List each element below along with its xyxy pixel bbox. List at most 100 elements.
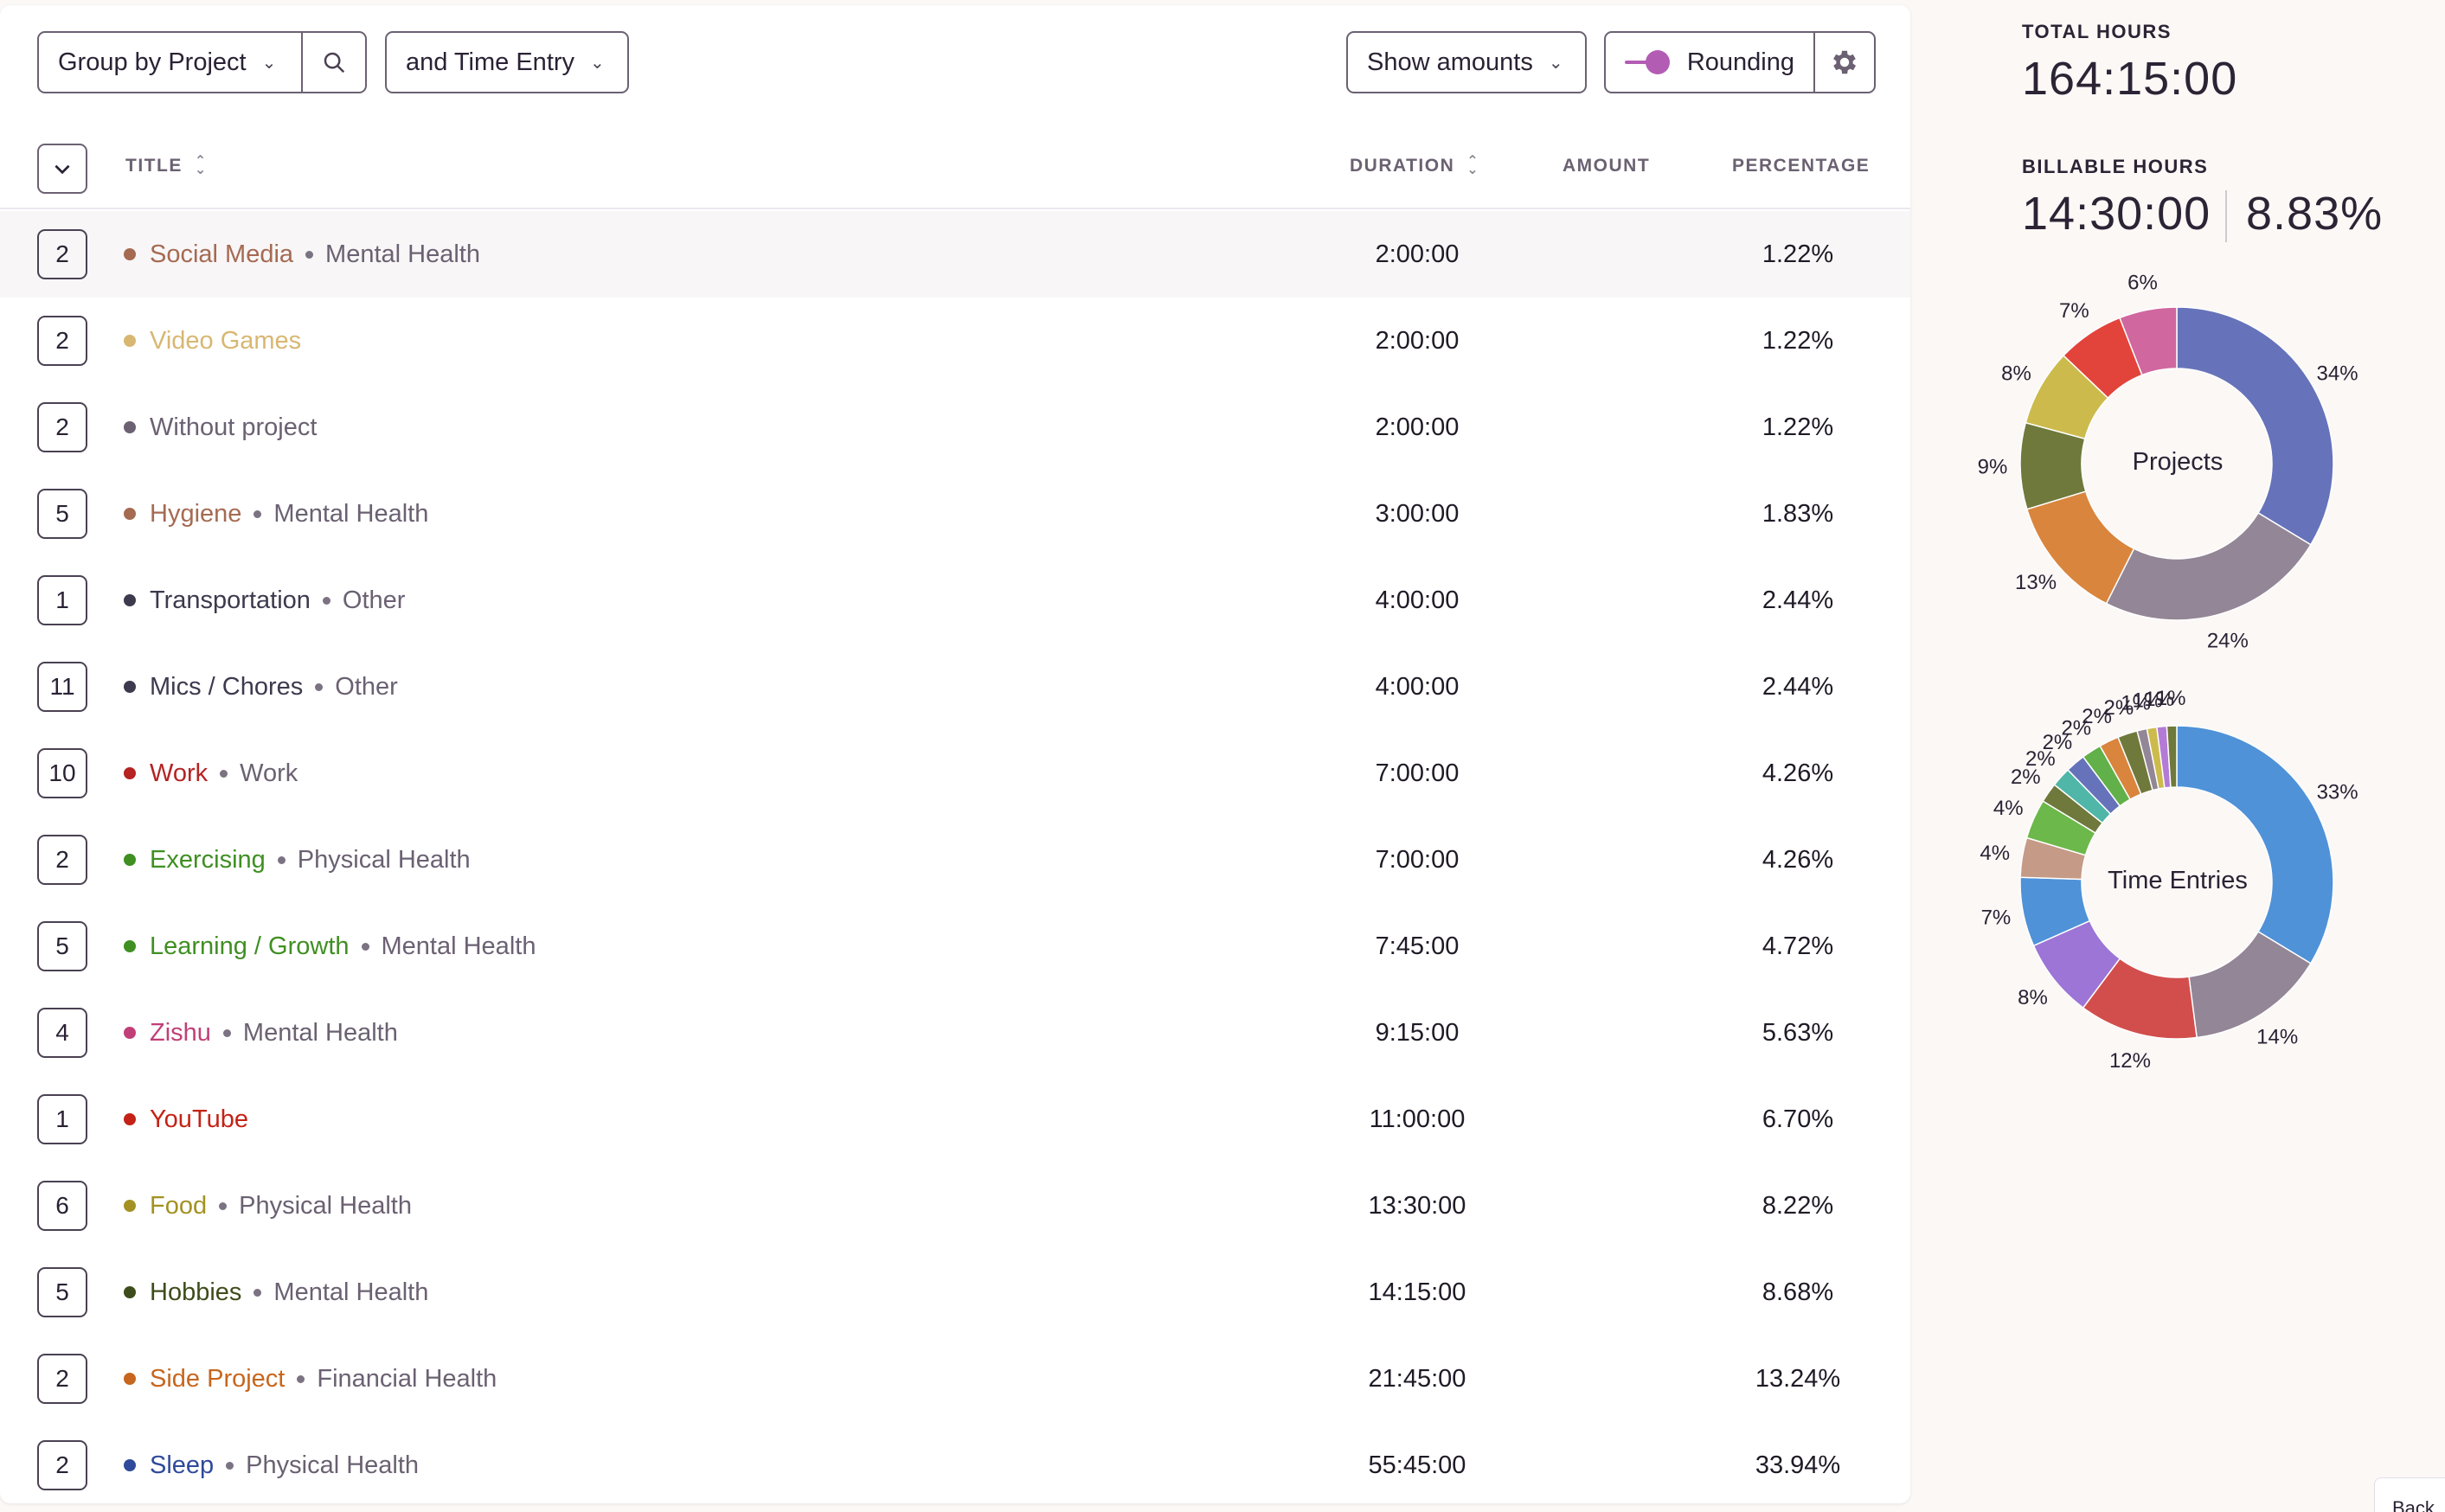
title-column-header[interactable]: TITLE ⌃ ⌄	[125, 155, 208, 177]
search-icon	[324, 52, 345, 74]
slice-percentage-label: 9%	[1978, 455, 2008, 478]
row-title: Zishu Mental Health	[124, 990, 398, 1076]
donut-slice[interactable]	[2105, 511, 2312, 621]
percentage-header-label: PERCENTAGE	[1732, 156, 1871, 176]
client-name: Other	[342, 586, 406, 614]
client-name: Mental Health	[273, 499, 429, 528]
entry-count-badge[interactable]: 1	[37, 575, 87, 625]
show-amounts-dropdown[interactable]: Show amounts ⌄	[1346, 31, 1587, 93]
entry-count-badge[interactable]: 5	[37, 1267, 87, 1317]
rounding-label: Rounding	[1686, 48, 1794, 76]
row-title: YouTube	[124, 1076, 248, 1163]
collapse-all-button[interactable]	[37, 144, 87, 194]
entry-count-badge[interactable]: 5	[37, 921, 87, 971]
slice-percentage-label: 12%	[2109, 1049, 2151, 1073]
table-row[interactable]: 2 Video Games 2:00:00 1.22%	[0, 298, 1910, 384]
entry-count-badge[interactable]: 5	[37, 489, 87, 539]
toolbar: Group by Project ⌄ and Time Entry ⌄	[37, 31, 629, 93]
duration-cell: 55:45:00	[1368, 1451, 1466, 1479]
duration-column-header[interactable]: DURATION ⌃ ⌄	[1350, 154, 1480, 177]
project-color-dot	[124, 767, 136, 779]
entry-count-badge[interactable]: 2	[37, 1440, 87, 1490]
search-button[interactable]	[303, 31, 367, 93]
entry-count-badge[interactable]: 2	[37, 316, 87, 366]
table-row[interactable]: 5 Hobbies Mental Health 14:15:00 8.68%	[0, 1249, 1910, 1336]
divider	[2225, 190, 2227, 242]
entry-count-badge[interactable]: 11	[37, 662, 87, 712]
chevron-down-icon: ⌄	[590, 53, 605, 73]
projects-chart-title: Projects	[2132, 448, 2224, 476]
row-title: Transportation Other	[124, 557, 405, 644]
separator-dot	[297, 1374, 305, 1383]
table-row[interactable]: 5 Learning / Growth Mental Health 7:45:00 4.…	[0, 903, 1910, 990]
duration-cell: 3:00:00	[1375, 500, 1460, 528]
project-name: Hobbies	[150, 1278, 242, 1306]
percentage-cell: 4.72%	[1762, 932, 1834, 960]
entry-count-badge[interactable]: 10	[37, 748, 87, 798]
table-row[interactable]: 10 Work Work 7:00:00 4.26%	[0, 730, 1910, 817]
group-by-dropdown[interactable]: Group by Project ⌄	[37, 31, 303, 93]
table-row[interactable]: 11 Mics / Chores Other 4:00:00 2.44%	[0, 644, 1910, 730]
entry-count-badge[interactable]: 2	[37, 1354, 87, 1404]
separator-dot	[253, 509, 262, 518]
table-row[interactable]: 4 Zishu Mental Health 9:15:00 5.63%	[0, 990, 1910, 1076]
row-title: Hobbies Mental Health	[124, 1249, 428, 1336]
donut-slice[interactable]	[2176, 306, 2334, 546]
table-row[interactable]: 2 Exercising Physical Health 7:00:00 4.26%	[0, 817, 1910, 903]
entry-count-badge[interactable]: 2	[37, 229, 87, 279]
table-row[interactable]: 1 YouTube 11:00:00 6.70%	[0, 1076, 1910, 1163]
separator-dot	[277, 855, 286, 864]
table-row[interactable]: 2 Sleep Physical Health 55:45:00 33.94%	[0, 1422, 1910, 1503]
percentage-cell: 1.22%	[1762, 413, 1834, 441]
entry-count-badge[interactable]: 6	[37, 1181, 87, 1231]
duration-cell: 7:00:00	[1375, 846, 1460, 874]
donut-slice[interactable]	[2176, 725, 2334, 964]
project-color-dot	[124, 248, 136, 260]
row-title: Work Work	[124, 730, 298, 817]
subgroup-dropdown[interactable]: and Time Entry ⌄	[385, 31, 629, 93]
project-color-dot	[124, 1459, 136, 1471]
rounding-toggle-button[interactable]: Rounding	[1604, 31, 1815, 93]
table-row[interactable]: 2 Without project 2:00:00 1.22%	[0, 384, 1910, 471]
slice-percentage-label: 13%	[2015, 571, 2057, 594]
rounding-settings-button[interactable]	[1813, 31, 1876, 93]
duration-cell: 21:45:00	[1368, 1365, 1466, 1393]
rounding-toggle[interactable]	[1625, 49, 1670, 75]
sort-icon: ⌃ ⌄	[1466, 154, 1480, 177]
table-row[interactable]: 2 Social Media Mental Health 2:00:00 1.22%	[0, 211, 1910, 298]
table-row[interactable]: 1 Transportation Other 4:00:00 2.44%	[0, 557, 1910, 644]
slice-percentage-label: 33%	[2317, 780, 2358, 804]
entry-count-badge[interactable]: 2	[37, 835, 87, 885]
percentage-cell: 4.26%	[1762, 759, 1834, 787]
client-name: Mental Health	[242, 1018, 398, 1047]
slice-percentage-label: 7%	[1981, 907, 2012, 930]
slice-percentage-label: 1%	[2156, 687, 2186, 710]
table-body: 2 Social Media Mental Health 2:00:00 1.22% 2 V…	[0, 211, 1910, 1503]
client-name: Mental Health	[273, 1278, 429, 1306]
table-row[interactable]: 2 Side Project Financial Health 21:45:00 13.…	[0, 1336, 1910, 1422]
back-button[interactable]: Back	[2374, 1477, 2445, 1512]
percentage-cell: 2.44%	[1762, 586, 1834, 614]
entry-count-badge[interactable]: 1	[37, 1094, 87, 1144]
group-by-label: Group by Project	[58, 48, 247, 76]
project-color-dot	[124, 854, 136, 866]
table-row[interactable]: 6 Food Physical Health 13:30:00 8.22%	[0, 1163, 1910, 1249]
row-title: Video Games	[124, 298, 301, 384]
separator-dot	[253, 1288, 262, 1297]
row-title: Sleep Physical Health	[124, 1422, 419, 1503]
percentage-cell: 33.94%	[1755, 1451, 1841, 1479]
row-title: Mics / Chores Other	[124, 644, 398, 730]
report-card: Group by Project ⌄ and Time Entry ⌄ Show…	[0, 5, 1910, 1503]
project-name: Video Games	[150, 326, 302, 355]
table-header: TITLE ⌃ ⌄ DURATION ⌃ ⌄ AMOUNT PERCENTAGE	[0, 135, 1910, 209]
chevron-down-icon	[55, 164, 70, 175]
project-name: Hygiene	[150, 499, 242, 528]
entry-count-badge[interactable]: 2	[37, 402, 87, 452]
project-color-dot	[124, 940, 136, 952]
project-color-dot	[124, 594, 136, 606]
project-name: Learning / Growth	[150, 932, 350, 960]
entry-count-badge[interactable]: 4	[37, 1008, 87, 1058]
show-amounts-label: Show amounts	[1367, 48, 1533, 76]
table-row[interactable]: 5 Hygiene Mental Health 3:00:00 1.83%	[0, 471, 1910, 557]
project-name: Work	[150, 759, 209, 787]
